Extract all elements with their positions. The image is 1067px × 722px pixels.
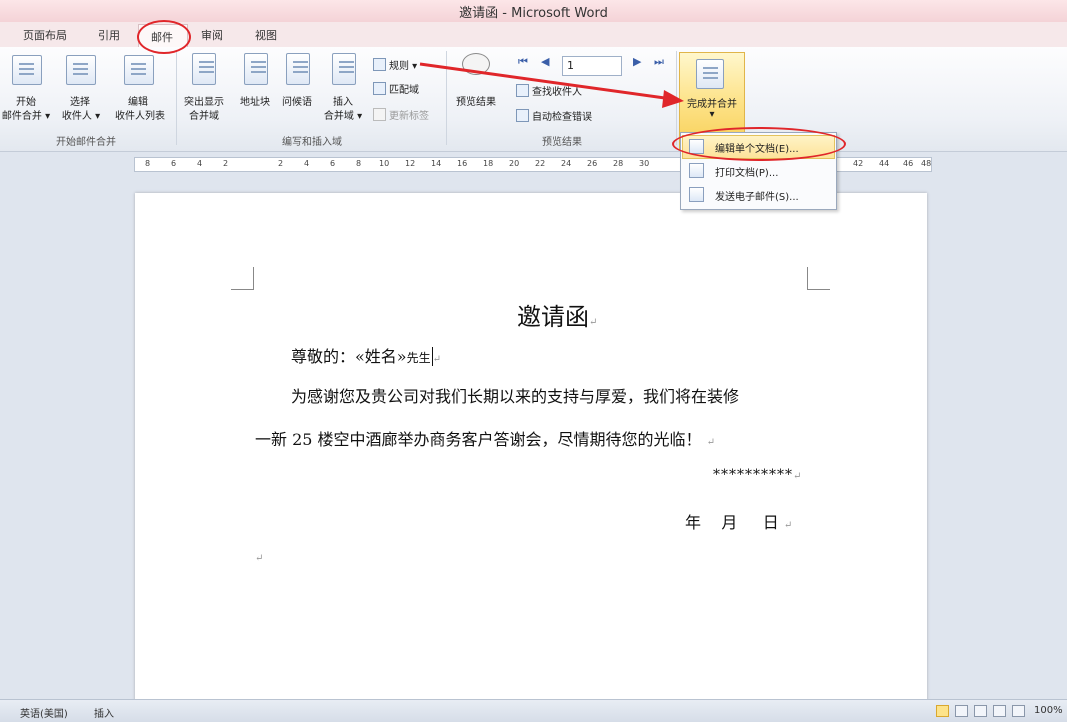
language-indicator[interactable]: 英语(美国): [20, 705, 68, 720]
web-layout-icon[interactable]: [974, 705, 987, 717]
draft-view-icon[interactable]: [1012, 705, 1025, 717]
full-screen-reading-icon[interactable]: [955, 705, 968, 717]
print-layout-view-icon[interactable]: [936, 705, 949, 717]
status-bar: 英语(美国) 插入 100%: [0, 699, 1067, 722]
outline-view-icon[interactable]: [993, 705, 1006, 717]
insert-mode-indicator[interactable]: 插入: [94, 705, 114, 720]
annotation-arrow: [419, 62, 684, 108]
zoom-level[interactable]: 100%: [1034, 705, 1063, 716]
